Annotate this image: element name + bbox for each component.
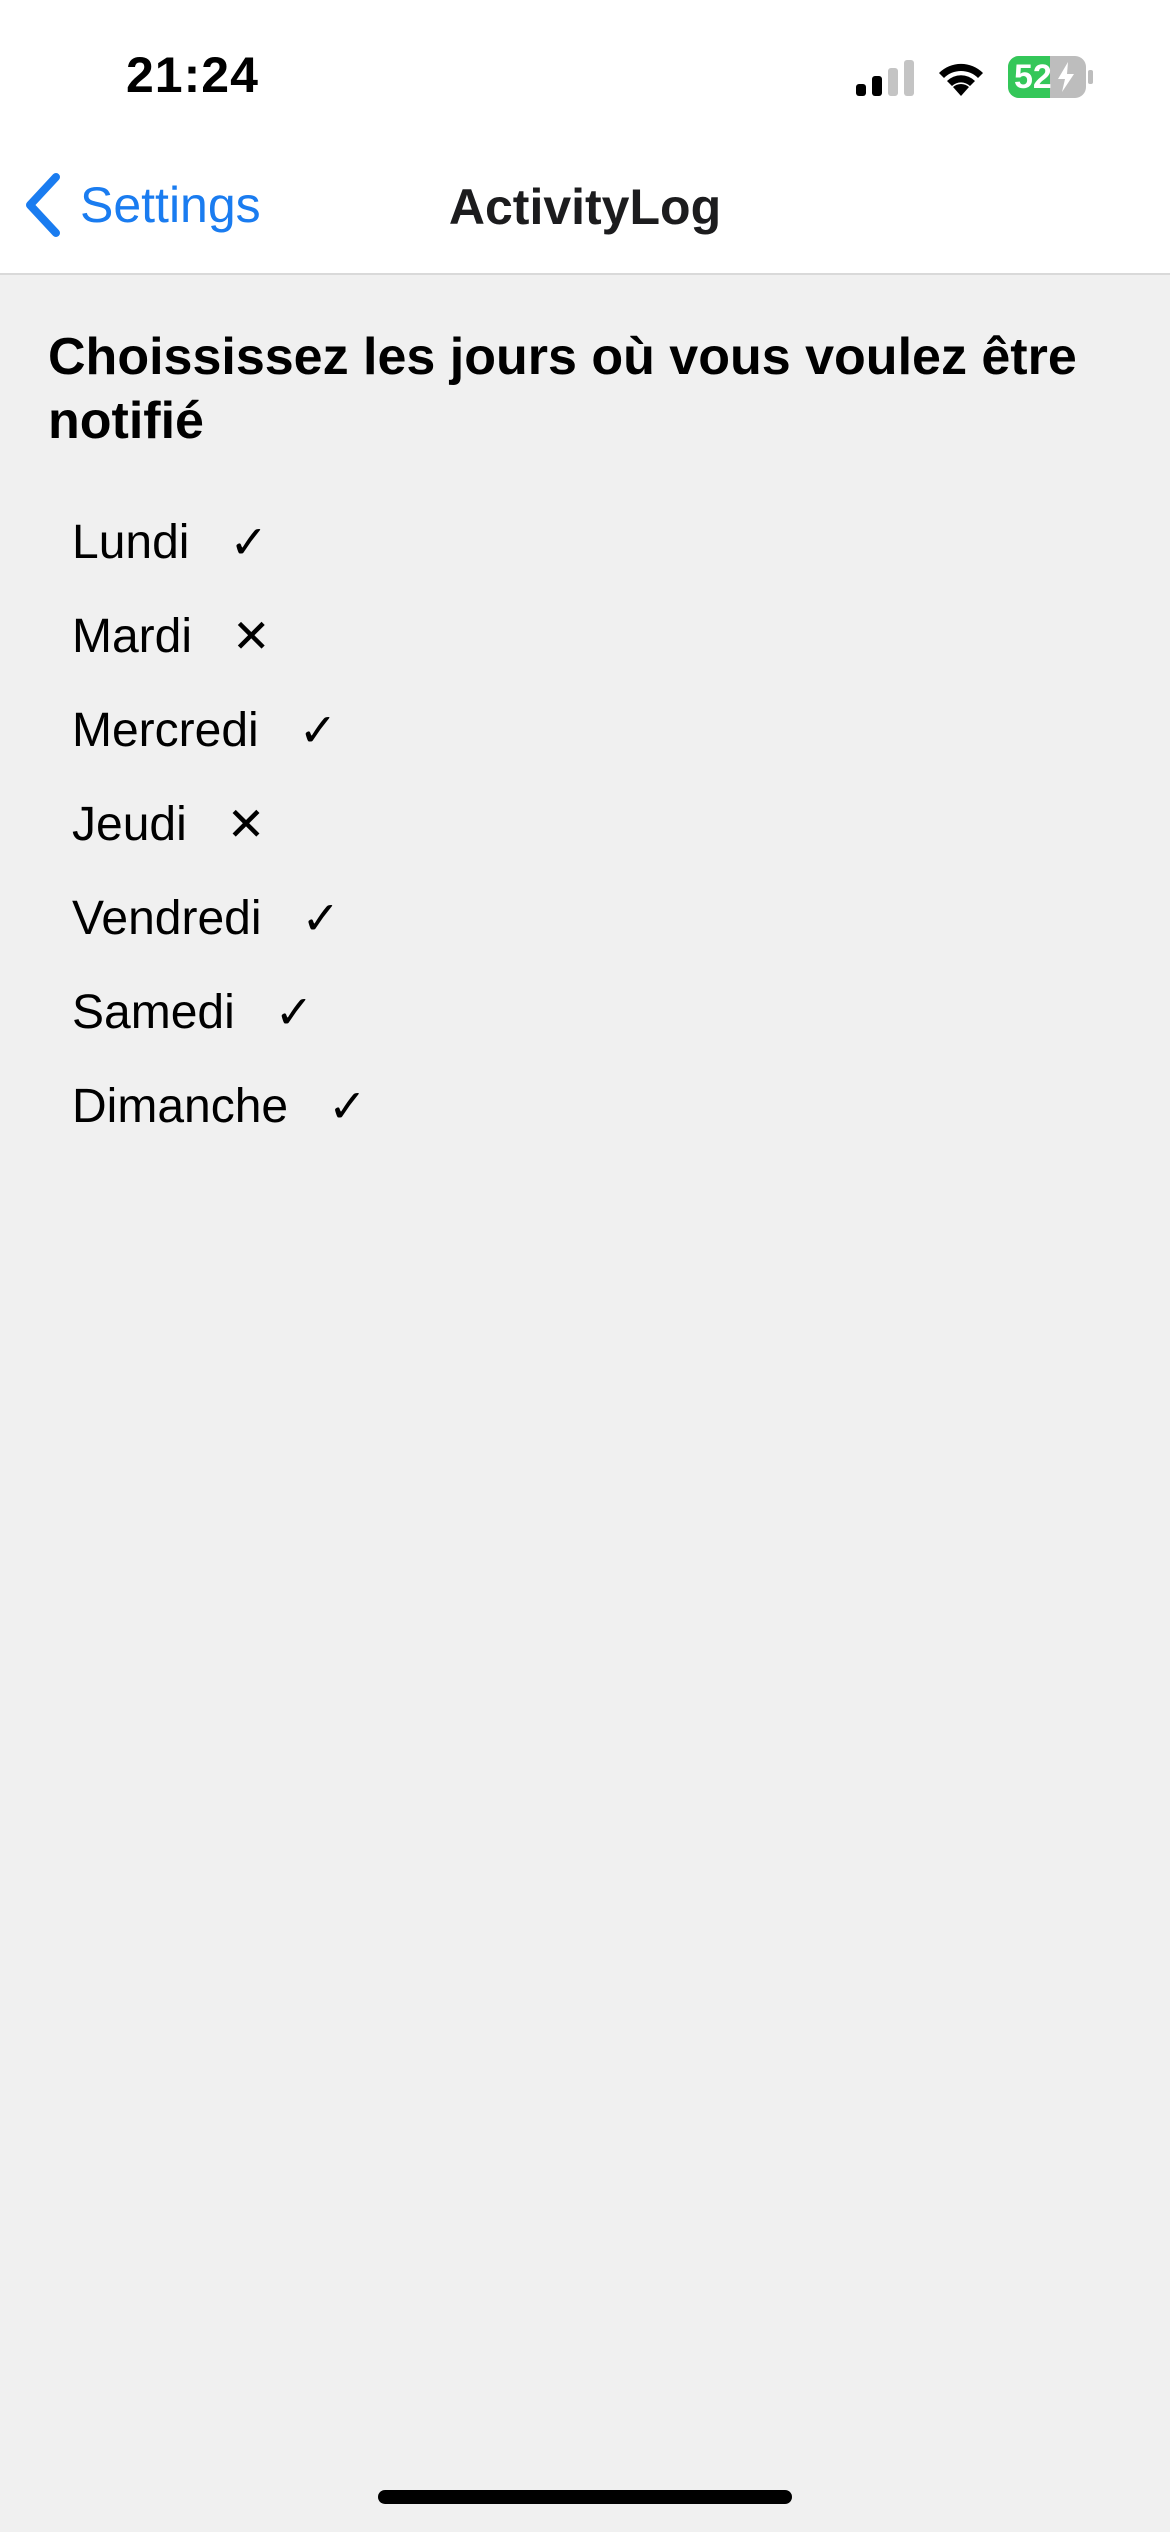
day-item-mardi[interactable]: Mardi ✕ [72, 589, 367, 683]
day-item-samedi[interactable]: Samedi ✓ [72, 965, 367, 1059]
cross-icon: ✕ [232, 609, 271, 663]
notification-days-heading: Choississez les jours où vous voulez êtr… [48, 328, 1077, 450]
day-label: Vendredi [72, 891, 262, 945]
checkmark-icon: ✓ [298, 703, 338, 757]
day-list: Lundi ✓ Mardi ✕ Mercredi ✓ Jeudi ✕ Vendr… [72, 495, 367, 1153]
checkmark-icon: ✓ [229, 515, 268, 569]
signal-icon [856, 60, 914, 96]
battery-level: 52 [1014, 58, 1052, 96]
day-label: Mardi [72, 609, 193, 663]
status-bar: 21:24 52 [0, 0, 1170, 140]
day-label: Dimanche [72, 1079, 289, 1133]
checkmark-icon: ✓ [328, 1079, 367, 1133]
day-item-jeudi[interactable]: Jeudi ✕ [72, 777, 367, 871]
day-item-dimanche[interactable]: Dimanche ✓ [72, 1059, 367, 1153]
home-indicator[interactable] [378, 2490, 792, 2504]
checkmark-icon: ✓ [274, 985, 314, 1039]
wifi-icon [939, 63, 983, 96]
day-item-mercredi[interactable]: Mercredi ✓ [72, 683, 367, 777]
day-label: Mercredi [72, 703, 259, 757]
status-time: 21:24 [126, 47, 259, 103]
page-title: ActivityLog [448, 179, 722, 235]
day-label: Samedi [72, 985, 235, 1039]
checkmark-icon: ✓ [301, 891, 341, 945]
day-item-lundi[interactable]: Lundi ✓ [72, 495, 367, 589]
day-label: Lundi [72, 515, 190, 569]
day-label: Jeudi [72, 797, 187, 851]
day-item-vendredi[interactable]: Vendredi ✓ [72, 871, 367, 965]
cross-icon: ✕ [226, 797, 266, 851]
navigation-bar: Settings ActivityLog [0, 140, 1170, 275]
